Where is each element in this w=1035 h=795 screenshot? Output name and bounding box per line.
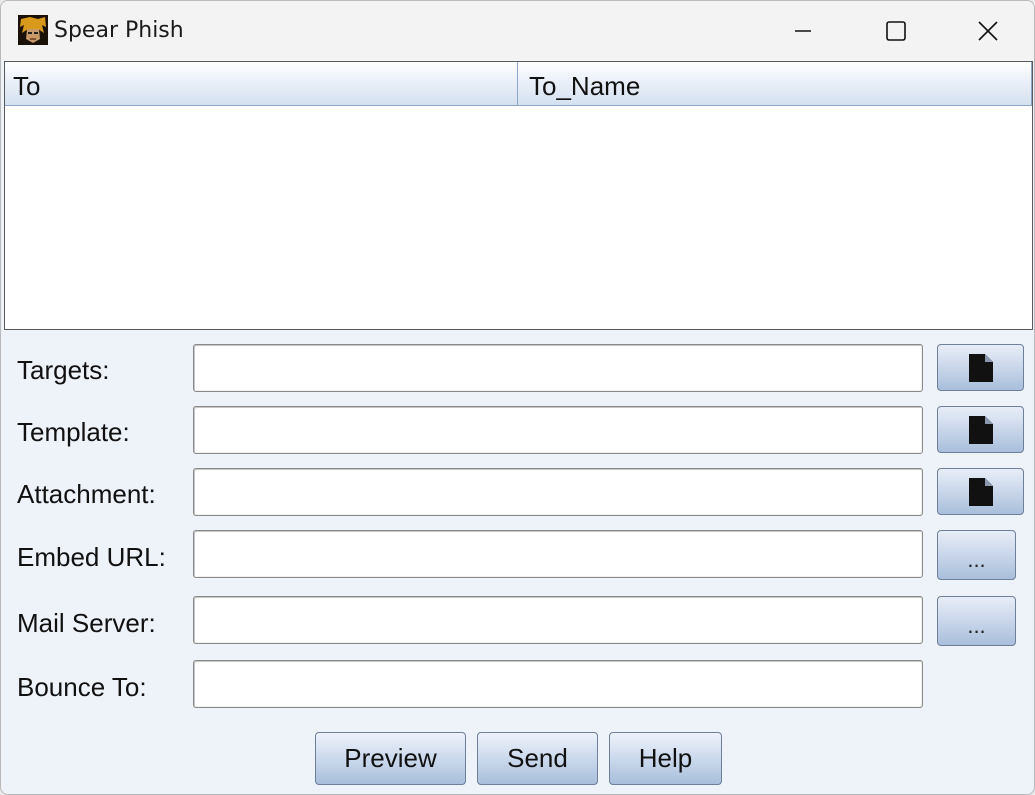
- minimize-button[interactable]: [757, 1, 849, 61]
- bounce-to-row: Bounce To:: [17, 660, 1027, 710]
- embed-url-row: Embed URL: ...: [17, 530, 1027, 580]
- column-header-to-name[interactable]: To_Name: [518, 62, 1032, 106]
- app-icon: [18, 15, 48, 45]
- bounce-to-label: Bounce To:: [17, 672, 147, 702]
- window-title: Spear Phish: [54, 18, 184, 43]
- mail-server-row: Mail Server: ...: [17, 596, 1027, 646]
- file-icon: [968, 353, 993, 382]
- column-header-to[interactable]: To: [5, 62, 518, 106]
- table-header: To To_Name: [5, 62, 1032, 107]
- preview-button[interactable]: Preview: [315, 732, 466, 785]
- help-button[interactable]: Help: [609, 732, 722, 785]
- mail-server-input[interactable]: [193, 596, 923, 644]
- file-icon: [968, 477, 993, 506]
- attachment-browse-button[interactable]: [937, 468, 1024, 515]
- attachment-label: Attachment:: [17, 479, 156, 509]
- template-input[interactable]: [193, 406, 923, 454]
- template-row: Template:: [17, 406, 1027, 456]
- embed-url-input[interactable]: [193, 530, 923, 578]
- targets-label: Targets:: [17, 355, 110, 385]
- targets-input[interactable]: [193, 344, 923, 392]
- recipients-table[interactable]: To To_Name: [4, 61, 1033, 330]
- file-icon: [968, 415, 993, 444]
- embed-url-options-button[interactable]: ...: [937, 530, 1016, 580]
- mail-server-options-button[interactable]: ...: [937, 596, 1016, 646]
- attachment-input[interactable]: [193, 468, 923, 516]
- template-label: Template:: [17, 417, 130, 447]
- mail-server-label: Mail Server:: [17, 608, 156, 638]
- spear-phish-window: Spear Phish To To_Name Targets: Template…: [0, 0, 1035, 795]
- maximize-button[interactable]: [850, 1, 942, 61]
- minimize-icon: [795, 30, 811, 32]
- title-bar[interactable]: Spear Phish: [1, 1, 1034, 61]
- send-button[interactable]: Send: [477, 732, 598, 785]
- bounce-to-input[interactable]: [193, 660, 923, 708]
- targets-browse-button[interactable]: [937, 344, 1024, 391]
- close-button[interactable]: [942, 1, 1034, 61]
- close-icon: [978, 21, 998, 41]
- maximize-icon: [886, 21, 906, 41]
- template-browse-button[interactable]: [937, 406, 1024, 453]
- attachment-row: Attachment:: [17, 468, 1027, 518]
- targets-row: Targets:: [17, 344, 1027, 394]
- embed-url-label: Embed URL:: [17, 542, 166, 572]
